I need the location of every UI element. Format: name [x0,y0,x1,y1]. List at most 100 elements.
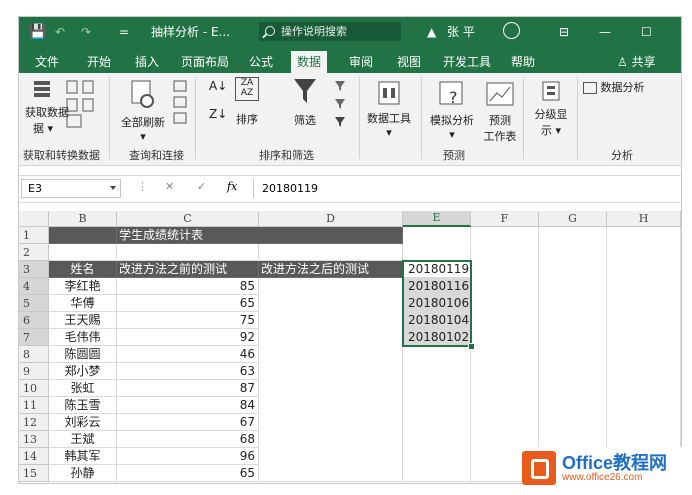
what-if-button[interactable]: ? 模拟分析 ▾ [427,79,477,141]
cell-d3[interactable]: 改进方法之后的测试 [259,261,403,278]
maximize-button[interactable]: ☐ [641,23,652,41]
sort-asc-icon[interactable]: A↓ Z↓ [209,79,227,121]
tab-home[interactable]: 开始 [81,51,117,73]
redo-icon[interactable]: ↷ [81,23,91,41]
cell-score[interactable]: 85 [117,278,259,295]
cell-score[interactable]: 68 [117,431,259,448]
cell-name[interactable]: 陈玉雪 [49,397,117,414]
cell-score[interactable]: 65 [117,465,259,482]
filter-option-icons[interactable] [333,79,349,133]
cell-c1[interactable]: 学生成绩统计表 [117,227,259,244]
cell-name[interactable]: 毛伟伟 [49,329,117,346]
chevron-down-icon[interactable] [110,186,116,190]
cell-name[interactable]: 韩其军 [49,448,117,465]
formula-input[interactable]: 20180119 [253,179,681,198]
cell-name[interactable]: 李红艳 [49,278,117,295]
quick-access-menu-icon[interactable]: = [119,23,129,41]
fill-handle[interactable] [468,343,475,350]
row-header-4[interactable]: 4 [19,278,49,295]
cell-name[interactable]: 刘彩云 [49,414,117,431]
cancel-button[interactable]: ✕ [165,180,174,193]
sort-button[interactable]: ZA AZ 排序 [233,77,261,127]
row-header-5[interactable]: 5 [19,295,49,312]
row-header-9[interactable]: 9 [19,363,49,380]
tab-review[interactable]: 审阅 [343,51,379,73]
column-header-f[interactable]: F [471,211,539,227]
refresh-all-button[interactable]: 全部刷新 ▾ [117,79,169,143]
cell-name[interactable]: 郑小梦 [49,363,117,380]
cell-d2[interactable] [259,244,403,261]
ribbon-display-icon[interactable]: ⊟ [559,23,569,41]
insert-function-button[interactable]: fx [227,180,237,193]
save-icon[interactable]: 💾 [29,23,46,41]
row-header-11[interactable]: 11 [19,397,49,414]
cell-name[interactable]: 陈圆圆 [49,346,117,363]
cell-score[interactable]: 46 [117,346,259,363]
tab-formulas[interactable]: 公式 [243,51,279,73]
row-header-10[interactable]: 10 [19,380,49,397]
column-header-e[interactable]: E [403,211,471,227]
search-box[interactable]: 操作说明搜索 [259,22,401,41]
row-header-8[interactable]: 8 [19,346,49,363]
undo-icon[interactable]: ↶ [55,23,65,41]
cell-score[interactable]: 87 [117,380,259,397]
cell-name[interactable]: 张虹 [49,380,117,397]
cell-c3[interactable]: 改进方法之前的测试 [117,261,259,278]
data-analysis-button[interactable]: 数据分析 [583,79,645,95]
select-all-corner[interactable] [19,211,49,227]
row-header-2[interactable]: 2 [19,244,49,261]
name-box[interactable]: E3 [21,179,121,198]
tab-view[interactable]: 视图 [391,51,427,73]
cell-e6[interactable]: 20180104 [403,312,471,329]
cell-e5[interactable]: 20180106 [403,295,471,312]
cell-score[interactable]: 75 [117,312,259,329]
column-g-range[interactable] [539,227,607,482]
column-header-h[interactable]: H [607,211,681,227]
filter-button[interactable]: 筛选 [285,77,325,128]
cell-name[interactable]: 华傅 [49,295,117,312]
column-f-range[interactable] [471,227,539,482]
tab-insert[interactable]: 插入 [129,51,165,73]
cell-d1[interactable] [259,227,403,244]
column-header-d[interactable]: D [259,211,403,227]
column-d-range[interactable] [259,278,403,482]
cell-score[interactable]: 65 [117,295,259,312]
cell-score[interactable]: 92 [117,329,259,346]
column-header-c[interactable]: C [117,211,259,227]
tab-help[interactable]: 帮助 [505,51,541,73]
minimize-button[interactable]: — [599,23,611,41]
warning-icon[interactable]: ▲ [427,23,436,41]
cell-e4[interactable]: 20180116 [403,278,471,295]
transform-icons[interactable] [65,79,101,129]
cell-e1-e2[interactable] [403,227,471,261]
cell-name[interactable]: 王斌 [49,431,117,448]
cell-c2[interactable] [117,244,259,261]
row-header-3[interactable]: 3 [19,261,49,278]
cell-name[interactable]: 王天赐 [49,312,117,329]
row-header-1[interactable]: 1 [19,227,49,244]
cell-e7[interactable]: 20180102 [403,329,471,346]
outline-button[interactable]: 分级显 示 ▾ [529,79,573,138]
tab-file[interactable]: 文件 [29,51,65,73]
enter-button[interactable]: ✓ [197,180,206,193]
row-header-12[interactable]: 12 [19,414,49,431]
row-header-14[interactable]: 14 [19,448,49,465]
column-header-g[interactable]: G [539,211,607,227]
data-tools-button[interactable]: 数据工具 ▾ [365,79,413,139]
cell-b2[interactable] [49,244,117,261]
cell-b1[interactable] [49,227,117,244]
cell-score[interactable]: 67 [117,414,259,431]
row-header-13[interactable]: 13 [19,431,49,448]
row-header-6[interactable]: 6 [19,312,49,329]
column-header-b[interactable]: B [49,211,117,227]
cell-score[interactable]: 84 [117,397,259,414]
share-button[interactable]: ♙ 共享 [611,51,662,73]
cell-e3[interactable]: 20180119 [403,261,471,278]
forecast-sheet-button[interactable]: 预测 工作表 [479,79,521,144]
cell-score[interactable]: 96 [117,448,259,465]
cell-b3[interactable]: 姓名 [49,261,117,278]
row-header-15[interactable]: 15 [19,465,49,482]
avatar-icon[interactable] [503,22,520,39]
tab-developer[interactable]: 开发工具 [437,51,497,73]
get-data-button[interactable]: 获取数据 据 ▾ [25,79,69,136]
